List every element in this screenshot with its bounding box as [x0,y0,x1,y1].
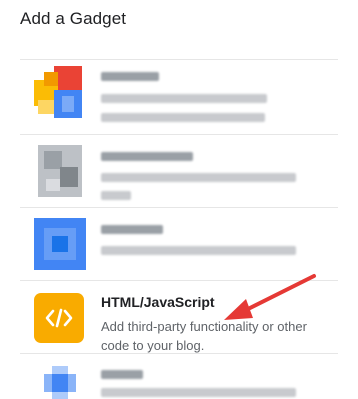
gadget-name-blurred [101,152,193,161]
gadget-desc-blurred [101,388,296,397]
gadget-desc-blurred [101,246,296,255]
blurred-gray-icon [34,145,86,197]
gadget-item[interactable] [20,353,338,399]
add-gadget-dialog: Add a Gadget HTML/JavaScript Add third-p… [0,0,358,399]
gadget-name-blurred [101,72,159,81]
dialog-title: Add a Gadget [20,9,127,28]
blurred-blue-dot-icon [34,362,86,399]
gadget-desc-blurred [101,94,267,103]
gadget-description: Add third-party functionality or other c… [101,319,307,353]
gadget-name-blurred [101,370,143,379]
gadget-name: HTML/JavaScript [101,294,215,310]
gadget-desc-blurred [101,191,131,200]
blurred-blue-icon [34,218,86,270]
gadget-item[interactable] [20,207,338,280]
gadget-item[interactable] [20,134,338,207]
gadget-item-html-javascript[interactable]: HTML/JavaScript Add third-party function… [20,280,338,353]
blurred-multicolor-icon [34,66,86,118]
gadget-desc-blurred [101,113,265,122]
code-icon [34,293,84,343]
gadget-item[interactable] [20,59,338,134]
gadget-desc-blurred [101,173,296,182]
gadget-name-blurred [101,225,163,234]
